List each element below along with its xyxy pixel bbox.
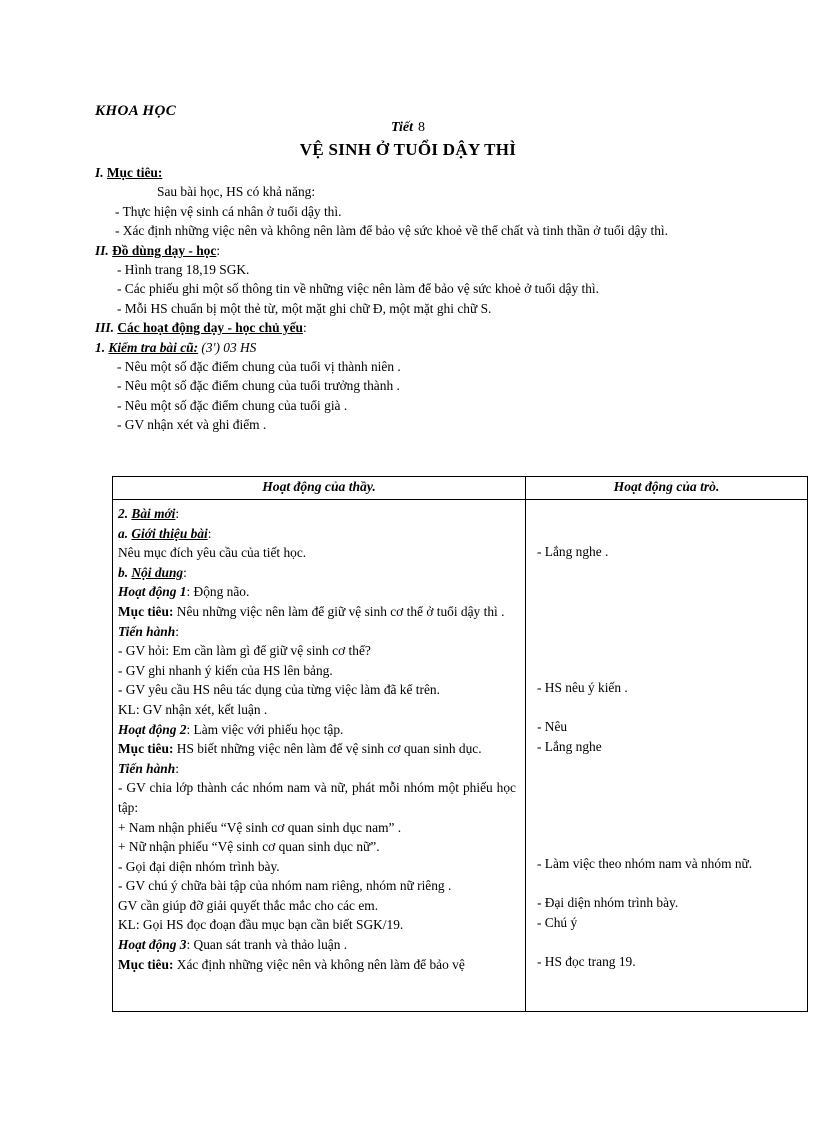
table-header-student: Hoạt động của trò. <box>613 479 720 494</box>
teacher-row-1-tail: : <box>207 525 212 541</box>
document-page: KHOA HỌC Tiết 8 VỆ SINH Ở TUỔI DẬY THÌ I.… <box>0 0 816 1123</box>
teacher-row-4: Hoạt động 1: Động não. <box>118 582 516 602</box>
teacher-row-22: Mục tiêu: Xác định những việc nên và khô… <box>118 955 516 975</box>
section-3-sub-1-heading: 1. Kiểm tra bài cũ: (3') 03 HS <box>95 338 755 357</box>
section-3-title: Các hoạt động dạy - học chủ yếu <box>117 320 303 336</box>
student-row-5: - Đại diện nhóm trình bày. <box>537 895 679 910</box>
section-3-sub-1-title: Kiểm tra bài cũ: <box>108 339 199 355</box>
section-3-sub-1-time: (3') 03 HS <box>201 339 257 355</box>
teacher-row-4-text: : Động não. <box>186 584 250 600</box>
teacher-row-18: - GV chú ý chữa bài tập của nhóm nam riê… <box>118 878 452 894</box>
section-3-heading: III. Các hoạt động dạy - học chủ yếu: <box>95 318 755 337</box>
section-1-heading: I. Mục tiêu: <box>95 163 755 182</box>
teacher-row-13: Tiến hành: <box>118 759 516 779</box>
section-2-number: II. <box>95 242 109 258</box>
teacher-row-2: Nêu mục đích yêu cầu của tiết học. <box>118 545 307 561</box>
section-1-bullet-0: - Thực hiện vệ sinh cá nhân ở tuổi dậy t… <box>115 203 342 219</box>
teacher-row-10: KL: GV nhận xét, kết luận . <box>118 701 268 717</box>
teacher-row-19: GV cần giúp đỡ giải quyết thắc mắc cho c… <box>118 897 379 913</box>
teacher-row-8: - GV ghi nhanh ý kiến của HS lên bảng. <box>118 662 333 678</box>
tiet-number: 8 <box>418 120 426 135</box>
teacher-row-21-text: : Quan sát tranh và thảo luận . <box>186 937 348 953</box>
page-title: VỆ SINH Ở TUỔI DẬY THÌ <box>299 140 517 159</box>
teacher-row-5: Mục tiêu: Nêu những việc nên làm để giữ … <box>118 602 516 622</box>
student-row-7: - HS đọc trang 19. <box>537 954 636 969</box>
teacher-row-22-text: Xác định những việc nên và không nên làm… <box>173 956 465 972</box>
teacher-row-0-tail: : <box>175 506 180 521</box>
teacher-row-20: KL: Gọi HS đọc đoạn đầu mục bạn cần biết… <box>118 917 404 933</box>
tiet-label: Tiết <box>390 120 414 135</box>
teacher-row-21: Hoạt động 3: Quan sát tranh và thảo luận… <box>118 935 516 955</box>
teacher-row-14: - GV chia lớp thành các nhóm nam và nữ, … <box>118 780 516 815</box>
lesson-body: I. Mục tiêu: Sau bài học, HS có khả năng… <box>95 163 755 435</box>
teacher-row-6-label: Tiến hành <box>118 623 176 639</box>
section-1-title: Mục tiêu: <box>106 165 163 180</box>
student-row-0: - Lắng nghe . <box>537 544 609 559</box>
section-3-bullet-2: - Nêu một số đặc điểm chung của tuổi già… <box>117 397 348 413</box>
student-row-4: - Làm việc theo nhóm nam và nhóm nữ. <box>537 856 753 871</box>
section-2-bullet-0: - Hình trang 18,19 SGK. <box>117 262 250 278</box>
teacher-row-0: 2. Bài mới: <box>118 504 516 524</box>
subject-heading: KHOA HỌC <box>95 103 177 119</box>
teacher-row-3-number: b. <box>118 564 132 580</box>
teacher-row-6-text: : <box>175 623 179 639</box>
teacher-row-1: a. Giới thiệu bài: <box>118 524 516 544</box>
section-3-bullet-1: - Nêu một số đặc điểm chung của tuổi trư… <box>117 378 400 394</box>
teacher-row-11-text: : Làm việc với phiếu học tập. <box>186 721 344 737</box>
teacher-row-5-text: Nêu những việc nên làm để giữ vệ sinh cơ… <box>173 603 505 619</box>
teacher-row-7: - GV hỏi: Em cần làm gì để giữ vệ sinh c… <box>118 643 371 659</box>
teacher-row-22-label: Mục tiêu: <box>118 956 174 972</box>
section-1-bullet-1: - Xác định những việc nên và không nên l… <box>115 223 668 239</box>
table-cell-student: - Lắng nghe . - HS nêu ý kiến . - Nêu - Lắn… <box>527 500 807 1011</box>
section-3-bullet-3: - GV nhận xét và ghi điểm . <box>117 417 267 433</box>
teacher-row-0-number: 2. <box>118 506 132 521</box>
table-cell-teacher: 2. Bài mới: a. Giới thiệu bài: Nêu mục đí… <box>113 500 524 1011</box>
table-header-row: Hoạt động của thầy. Hoạt động của trò. <box>113 477 807 500</box>
section-2-colon: : <box>216 242 221 258</box>
teacher-row-12: Mục tiêu: HS biết những việc nên làm để … <box>118 739 516 759</box>
teacher-row-3-title: Nội dung <box>131 564 184 580</box>
teacher-row-6: Tiến hành: <box>118 622 516 642</box>
student-row-6: - Chú ý <box>537 915 578 930</box>
section-3-bullet-0: - Nêu một số đặc điểm chung của tuổi vị … <box>117 359 401 375</box>
teacher-row-11-label: Hoạt động 2 <box>118 721 187 737</box>
student-row-1: - HS nêu ý kiến . <box>537 680 628 695</box>
student-row-2: - Nêu <box>537 719 568 734</box>
section-3-colon: : <box>302 320 307 336</box>
teacher-row-12-label: Mục tiêu: <box>118 741 174 757</box>
teacher-row-3-tail: : <box>183 564 187 580</box>
section-3-sub-1-number: 1. <box>95 339 106 355</box>
section-2-bullet-2: - Mỗi HS chuẩn bị một thẻ từ, một mặt gh… <box>117 300 492 316</box>
student-row-3: - Lắng nghe <box>537 739 602 754</box>
table-header-teacher: Hoạt động của thầy. <box>262 479 376 494</box>
teacher-row-5-label: Mục tiêu: <box>118 603 174 619</box>
teacher-row-21-label: Hoạt động 3 <box>118 937 187 953</box>
teacher-row-13-label: Tiến hành <box>118 760 176 776</box>
section-2-title: Đồ dùng dạy - học <box>112 242 217 258</box>
teacher-row-12-text: HS biết những việc nên làm để vệ sinh cơ… <box>173 741 482 757</box>
teacher-row-3: b. Nội dung: <box>118 563 516 583</box>
section-1-number: I. <box>95 165 104 180</box>
teacher-row-15: + Nam nhận phiếu “Vệ sinh cơ quan sinh d… <box>118 819 402 835</box>
teacher-row-11: Hoạt động 2: Làm việc với phiếu học tập. <box>118 720 516 740</box>
teacher-row-1-title: Giới thiệu bài <box>131 525 208 541</box>
teacher-row-16: + Nữ nhận phiếu “Vệ sinh cơ quan sinh dụ… <box>118 839 380 855</box>
section-2-bullet-1: - Các phiếu ghi một số thông tin về nhữn… <box>117 281 599 297</box>
section-3-number: III. <box>95 320 114 336</box>
teacher-row-1-number: a. <box>118 525 132 541</box>
section-1-intro: Sau bài học, HS có khả năng: <box>157 184 316 200</box>
activities-table: Hoạt động của thầy. Hoạt động của trò. 2… <box>112 476 808 1012</box>
teacher-row-13-text: : <box>175 760 179 776</box>
lesson-number-line: Tiết 8 <box>0 120 816 136</box>
teacher-row-9: - GV yêu cầu HS nêu tác dụng của từng vi… <box>118 682 440 698</box>
table-column-divider <box>525 477 526 1011</box>
teacher-row-0-title: Bài mới <box>131 506 176 521</box>
teacher-row-17: - Gọi đại diện nhóm trình bày. <box>118 858 280 874</box>
teacher-row-4-label: Hoạt động 1 <box>118 584 187 600</box>
section-2-heading: II. Đồ dùng dạy - học: <box>95 241 755 260</box>
